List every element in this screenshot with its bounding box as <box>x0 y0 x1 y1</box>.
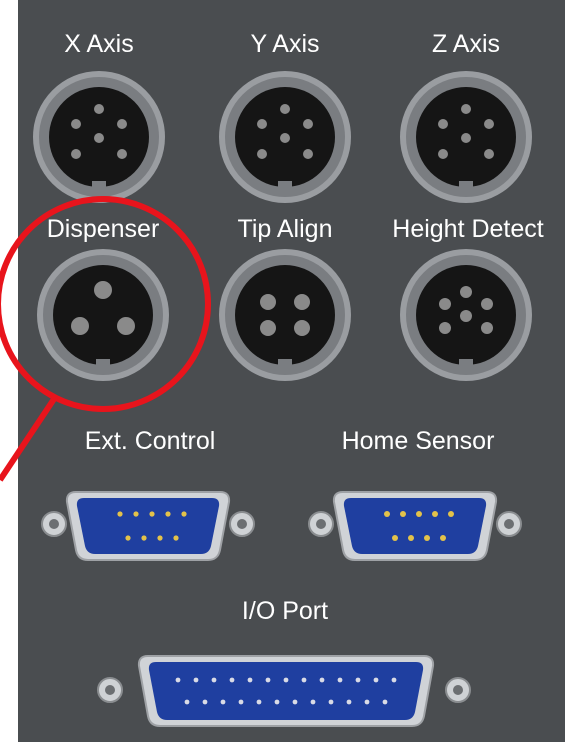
circular-connector-icon <box>37 249 169 381</box>
thumbscrew-icon <box>229 511 255 537</box>
dsub-connector-icon <box>97 655 471 727</box>
height-detect-connector[interactable] <box>391 240 541 390</box>
circular-connector-icon <box>400 71 532 203</box>
z-axis-connector[interactable] <box>391 62 541 212</box>
ext-control-connector[interactable] <box>36 486 266 566</box>
thumbscrew-icon <box>308 511 334 537</box>
io-port-label: I/O Port <box>241 597 329 625</box>
x-axis-connector[interactable] <box>24 62 174 212</box>
thumbscrew-icon <box>41 511 67 537</box>
y-axis-label: Y Axis <box>250 30 320 58</box>
circular-connector-icon <box>219 71 351 203</box>
dsub-connector-icon <box>41 491 255 561</box>
dsub-connector-icon <box>308 491 522 561</box>
y-axis-connector[interactable] <box>210 62 360 212</box>
z-axis-label: Z Axis <box>431 30 501 58</box>
thumbscrew-icon <box>97 677 123 703</box>
dispenser-connector[interactable] <box>28 240 178 390</box>
circular-connector-icon <box>400 249 532 381</box>
circular-connector-icon <box>219 249 351 381</box>
io-port-connector[interactable] <box>92 652 480 732</box>
circular-connector-icon <box>33 71 165 203</box>
thumbscrew-icon <box>445 677 471 703</box>
home-sensor-connector[interactable] <box>303 486 533 566</box>
home-sensor-label: Home Sensor <box>341 427 495 455</box>
thumbscrew-icon <box>496 511 522 537</box>
page-margin <box>0 0 18 742</box>
ext-control-label: Ext. Control <box>84 427 216 455</box>
x-axis-label: X Axis <box>64 30 134 58</box>
tip-align-connector[interactable] <box>210 240 360 390</box>
